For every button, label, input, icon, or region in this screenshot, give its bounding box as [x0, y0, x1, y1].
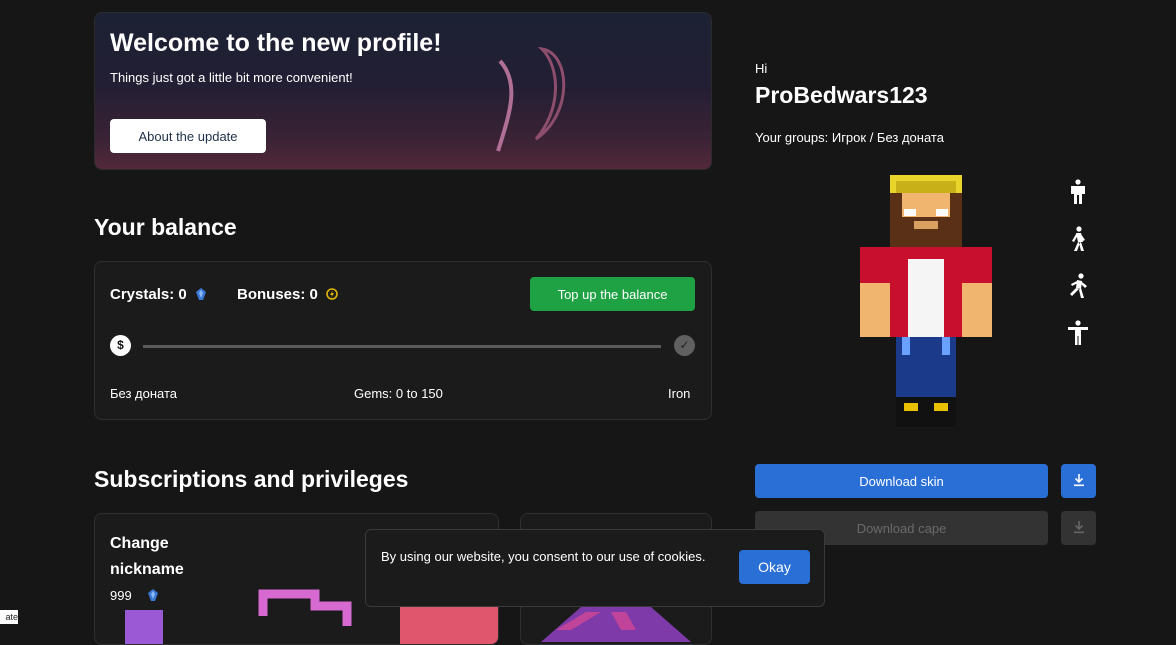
tpose-icon[interactable] — [1066, 320, 1090, 346]
run-pose-icon[interactable] — [1066, 273, 1090, 299]
level-end-label: Iron — [668, 386, 691, 401]
balance-section-title: Your balance — [94, 214, 237, 240]
checkered-platform-illustration — [541, 607, 691, 642]
crystal-icon — [195, 288, 206, 300]
download-icon — [1073, 473, 1084, 486]
dollar-start-icon: $ — [110, 335, 131, 356]
username: ProBedwars123 — [755, 82, 928, 108]
download-skin-button[interactable]: Download skin — [755, 464, 1048, 498]
player-skin-preview — [860, 175, 992, 427]
level-start-label: Без доната — [110, 386, 178, 401]
crystals-balance: Crystals: 0 — [110, 286, 207, 303]
crescent-moon-illustration — [496, 46, 566, 152]
bonuses-balance: Bonuses: 0 — [237, 286, 338, 303]
gems-range-label: Gems: 0 to 150 — [354, 386, 443, 401]
crystals-label: Crystals: 0 — [110, 286, 187, 303]
stand-pose-icon[interactable] — [1066, 179, 1090, 205]
cookie-text: By using our website, you consent to our… — [381, 549, 706, 564]
donation-progress-track — [143, 345, 661, 348]
top-up-balance-button[interactable]: Top up the balance — [530, 277, 695, 311]
bonuses-label: Bonuses: 0 — [237, 286, 318, 303]
download-cape-icon-button[interactable] — [1061, 511, 1096, 545]
check-end-icon: ✓ — [674, 335, 695, 356]
walk-pose-icon[interactable] — [1066, 226, 1090, 252]
welcome-banner: Welcome to the new profile! Things just … — [94, 12, 712, 170]
bonus-coin-icon — [326, 288, 338, 300]
subscriptions-section-title: Subscriptions and privileges — [94, 466, 409, 492]
cookie-okay-button[interactable]: Okay — [739, 550, 810, 584]
corner-fragment: ate — [0, 610, 18, 624]
card-title-line1: Change — [110, 535, 169, 552]
download-icon — [1073, 520, 1084, 533]
user-groups: Your groups: Игрок / Без доната — [755, 130, 944, 145]
greeting: Hi — [755, 61, 768, 76]
about-update-button[interactable]: About the update — [110, 119, 266, 153]
banner-subtitle: Things just got a little bit more conven… — [110, 70, 353, 85]
banner-title: Welcome to the new profile! — [110, 29, 442, 57]
download-skin-icon-button[interactable] — [1061, 464, 1096, 498]
card-title-line2: nickname — [110, 561, 184, 578]
